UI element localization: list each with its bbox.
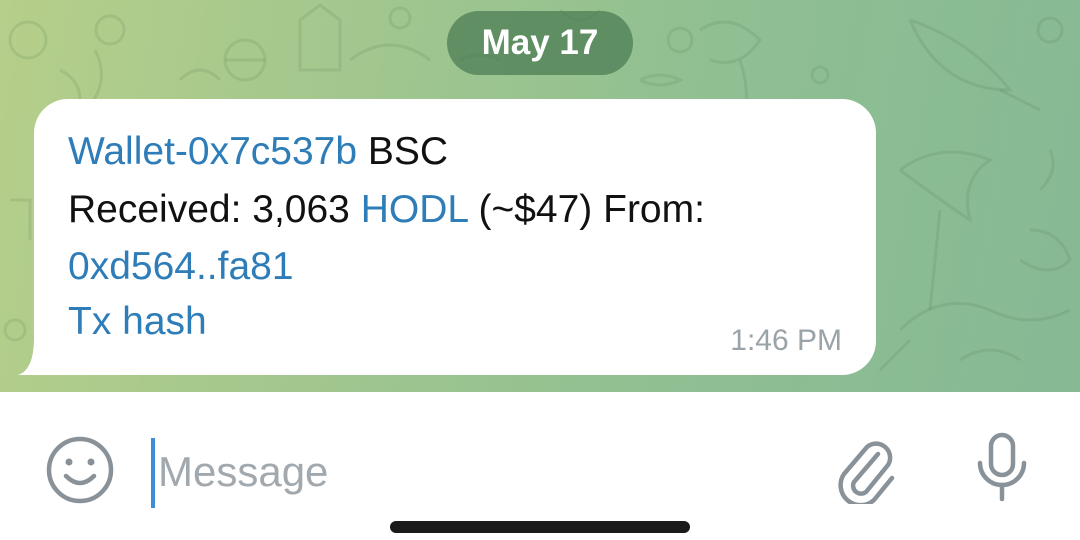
message-line-wallet: Wallet-0x7c537b BSC (68, 129, 448, 175)
message-line-tx: Tx hash (68, 299, 207, 345)
message-timestamp: 1:46 PM (730, 324, 842, 357)
message-bubble[interactable]: Wallet-0x7c537b BSC Received: 3,063 HODL… (34, 99, 876, 375)
message-line-sender: 0xd564..fa81 (68, 244, 294, 290)
attach-button[interactable] (830, 430, 900, 506)
message-line-received: Received: 3,063 HODL (~$47) From: (68, 187, 705, 233)
wallet-link[interactable]: Wallet-0x7c537b (68, 130, 357, 173)
paperclip-icon (838, 441, 895, 504)
tx-hash-link[interactable]: Tx hash (68, 300, 207, 343)
date-separator-pill: May 17 (447, 11, 633, 75)
text-caret (151, 438, 155, 508)
emoji-button[interactable] (44, 434, 116, 506)
received-label: Received: 3,063 (68, 188, 350, 231)
smiley-face-icon (46, 436, 114, 504)
chat-screen: May 17 Wallet-0x7c537b BSC Received: 3,0… (0, 0, 1080, 540)
network-label: BSC (367, 130, 449, 173)
chat-background: May 17 Wallet-0x7c537b BSC Received: 3,0… (0, 0, 1080, 392)
message-input[interactable] (158, 440, 798, 504)
token-link[interactable]: HODL (361, 188, 468, 231)
amount-from-label: (~$47) From: (478, 188, 705, 231)
sender-address-link[interactable]: 0xd564..fa81 (68, 245, 294, 288)
voice-record-button[interactable] (970, 430, 1034, 506)
home-indicator[interactable] (390, 521, 690, 533)
date-separator-label: May 17 (481, 23, 599, 62)
microphone-icon (977, 432, 1027, 502)
